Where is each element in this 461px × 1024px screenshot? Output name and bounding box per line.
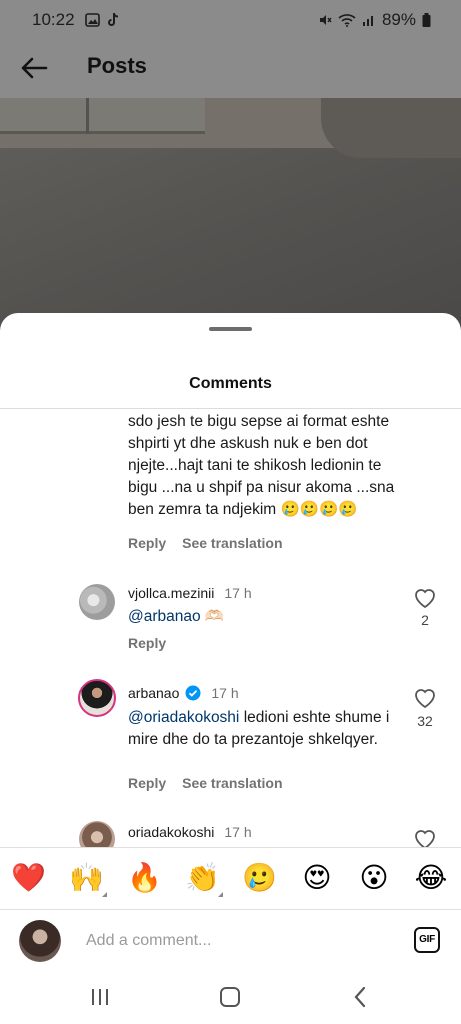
see-translation-button[interactable]: See translation [182,775,282,791]
reply-button[interactable]: Reply [128,535,166,551]
nav-back-icon[interactable] [352,985,368,1009]
sheet-title: Comments [189,375,272,392]
mention-link[interactable]: @oriadakokoshi [128,709,239,726]
battery-icon [422,13,431,27]
comment-input-row: GIF [0,909,461,969]
comment-text: 🫶🏻 [200,608,225,625]
raising-hands-emoji-button[interactable]: 🙌 [69,861,107,897]
like-count: 2 [421,612,429,628]
avatar[interactable] [79,584,115,620]
raising-hands-emoji: 🙌 [69,862,104,893]
laughing-emoji-button[interactable]: 😂 [414,861,448,895]
comment-header: oriadakokoshi 17 h [128,824,252,840]
emoji-reaction-bar: ❤️ 🙌 🔥 👏 🥲 😍 😮 😂 [0,847,461,909]
comment-actions: Reply See translation [128,535,283,551]
drag-handle[interactable] [209,327,252,331]
mute-icon [319,15,332,25]
reply-button[interactable]: Reply [128,635,166,651]
tiktok-icon [107,12,118,26]
heart-outline-icon[interactable] [413,587,437,609]
comment-body: @arbanao 🫶🏻 [128,606,408,628]
post-image [0,98,461,330]
comment-username[interactable]: vjollca.mezinii [128,585,214,601]
like-count: 32 [417,713,433,729]
top-bar: Posts [0,40,461,98]
comment-username[interactable]: oriadakokoshi [128,824,214,840]
heart-outline-icon[interactable] [413,687,437,709]
mention-link[interactable]: @arbanao [128,608,201,625]
tear-smile-emoji-button[interactable]: 🥲 [242,861,277,895]
system-navigation-bar [0,969,461,1024]
comment-text: sdo jesh te bigu sepse ai format eshte s… [128,413,395,518]
comments-sheet: Comments sdo jesh te bigu sepse ai forma… [0,313,461,1024]
skin-tone-indicator [218,892,223,897]
comment-body: @oriadakokoshi ledioni eshte shume i mir… [128,707,408,751]
comment-actions: Reply [128,635,166,651]
comment-header: vjollca.mezinii 17 h [128,585,252,601]
background-page: 10:22 89% Posts [0,0,461,330]
comment-actions: Reply See translation [128,775,283,791]
battery-percent: 89% [381,10,416,29]
gallery-icon [84,13,100,27]
wifi-icon [338,14,356,27]
status-time: 10:22 [32,10,75,29]
comment-time: 17 h [224,824,252,840]
home-icon[interactable] [220,987,240,1007]
avatar[interactable] [79,821,115,847]
verified-badge-icon [185,685,201,701]
skin-tone-indicator [102,892,107,897]
clapping-emoji: 👏 [185,862,220,893]
system-icons: 89% [318,10,431,30]
clapping-emoji-button[interactable]: 👏 [185,861,223,897]
post-image-floor [0,148,461,330]
recent-apps-icon[interactable] [88,987,112,1007]
fire-emoji-button[interactable]: 🔥 [127,861,162,895]
gif-button[interactable]: GIF [414,927,440,953]
avatar[interactable] [78,679,116,717]
comment-input[interactable] [86,928,386,954]
comment-time: 17 h [224,585,252,601]
reply-button[interactable]: Reply [128,775,166,791]
heart-emoji-button[interactable]: ❤️ [11,861,46,895]
back-arrow-icon[interactable] [18,53,50,83]
signal-icon [362,16,373,26]
comment-header: arbanao 17 h [128,685,239,701]
heart-outline-icon[interactable] [413,828,437,847]
post-image-counter [321,98,461,158]
surprised-emoji-button[interactable]: 😮 [357,861,391,895]
post-image-window [0,98,205,134]
see-translation-button[interactable]: See translation [182,535,282,551]
page-title: Posts [87,53,147,78]
comment-time: 17 h [211,685,239,701]
comments-list[interactable]: sdo jesh te bigu sepse ai format eshte s… [0,409,461,847]
heart-eyes-emoji-button[interactable]: 😍 [300,861,334,895]
notification-icons [84,12,120,28]
current-user-avatar [19,920,61,962]
status-bar: 10:22 89% [0,0,461,40]
comment-username[interactable]: arbanao [128,685,179,701]
